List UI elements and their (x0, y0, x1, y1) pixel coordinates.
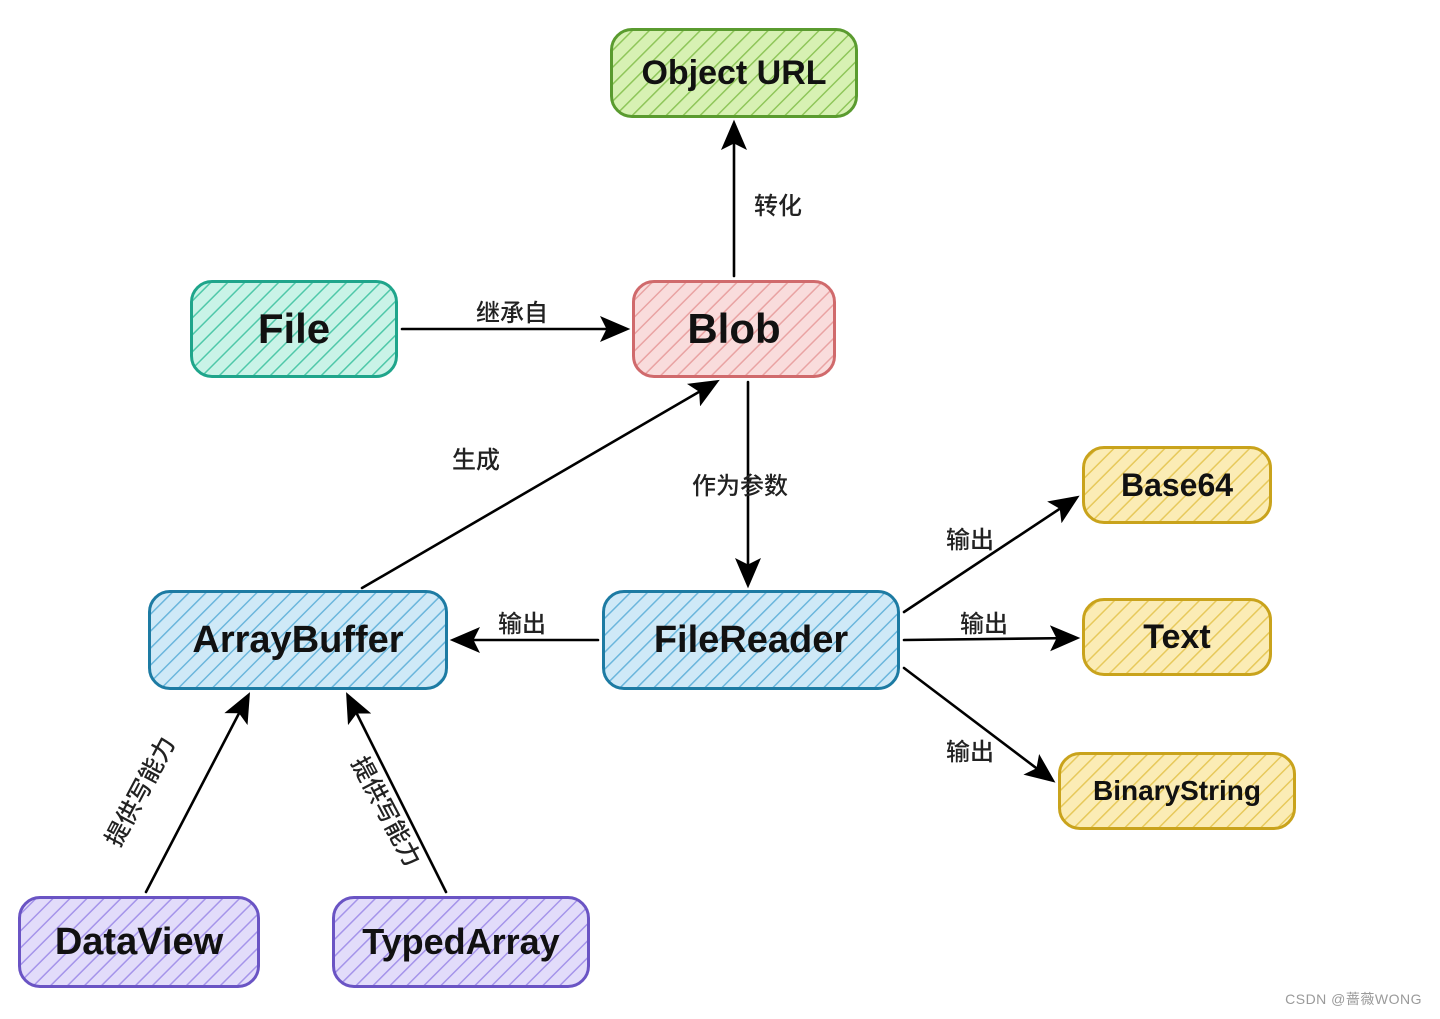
node-label-filereader: FileReader (654, 619, 848, 662)
node-file: File (190, 280, 398, 378)
node-text: Text (1082, 598, 1272, 676)
node-typedarr: TypedArray (332, 896, 590, 988)
node-label-binstr: BinaryString (1093, 775, 1261, 807)
edge-label-arraybuf-blob: 生成 (452, 440, 500, 475)
edge-dv-arraybuf (146, 696, 248, 892)
edge-fr-base64 (904, 498, 1076, 612)
edge-label-blob-filereader: 作为参数 (692, 466, 788, 501)
edge-arraybuf-blob (362, 382, 716, 588)
node-label-blob: Blob (687, 305, 780, 353)
watermark: CSDN @蔷薇WONG (1285, 989, 1422, 1009)
node-label-text: Text (1143, 618, 1210, 657)
node-objectUrl: Object URL (610, 28, 858, 118)
node-label-arraybuf: ArrayBuffer (192, 619, 403, 662)
node-label-dataview: DataView (55, 921, 223, 964)
edge-label-fr-base64: 输出 (946, 520, 994, 555)
edge-label-fr-binstr: 输出 (946, 732, 994, 767)
node-label-base64: Base64 (1121, 467, 1233, 504)
node-binstr: BinaryString (1058, 752, 1296, 830)
node-label-typedarr: TypedArray (362, 921, 559, 963)
edge-label-blob-objurl: 转化 (754, 186, 802, 221)
edge-label-file-blob: 继承自 (476, 293, 548, 328)
node-filereader: FileReader (602, 590, 900, 690)
node-label-objectUrl: Object URL (641, 54, 826, 93)
node-blob: Blob (632, 280, 836, 378)
node-base64: Base64 (1082, 446, 1272, 524)
node-dataview: DataView (18, 896, 260, 988)
edge-label-fr-text: 输出 (960, 604, 1008, 639)
node-arraybuf: ArrayBuffer (148, 590, 448, 690)
node-label-file: File (258, 305, 330, 353)
edge-label-fr-arraybuf: 输出 (498, 604, 546, 639)
